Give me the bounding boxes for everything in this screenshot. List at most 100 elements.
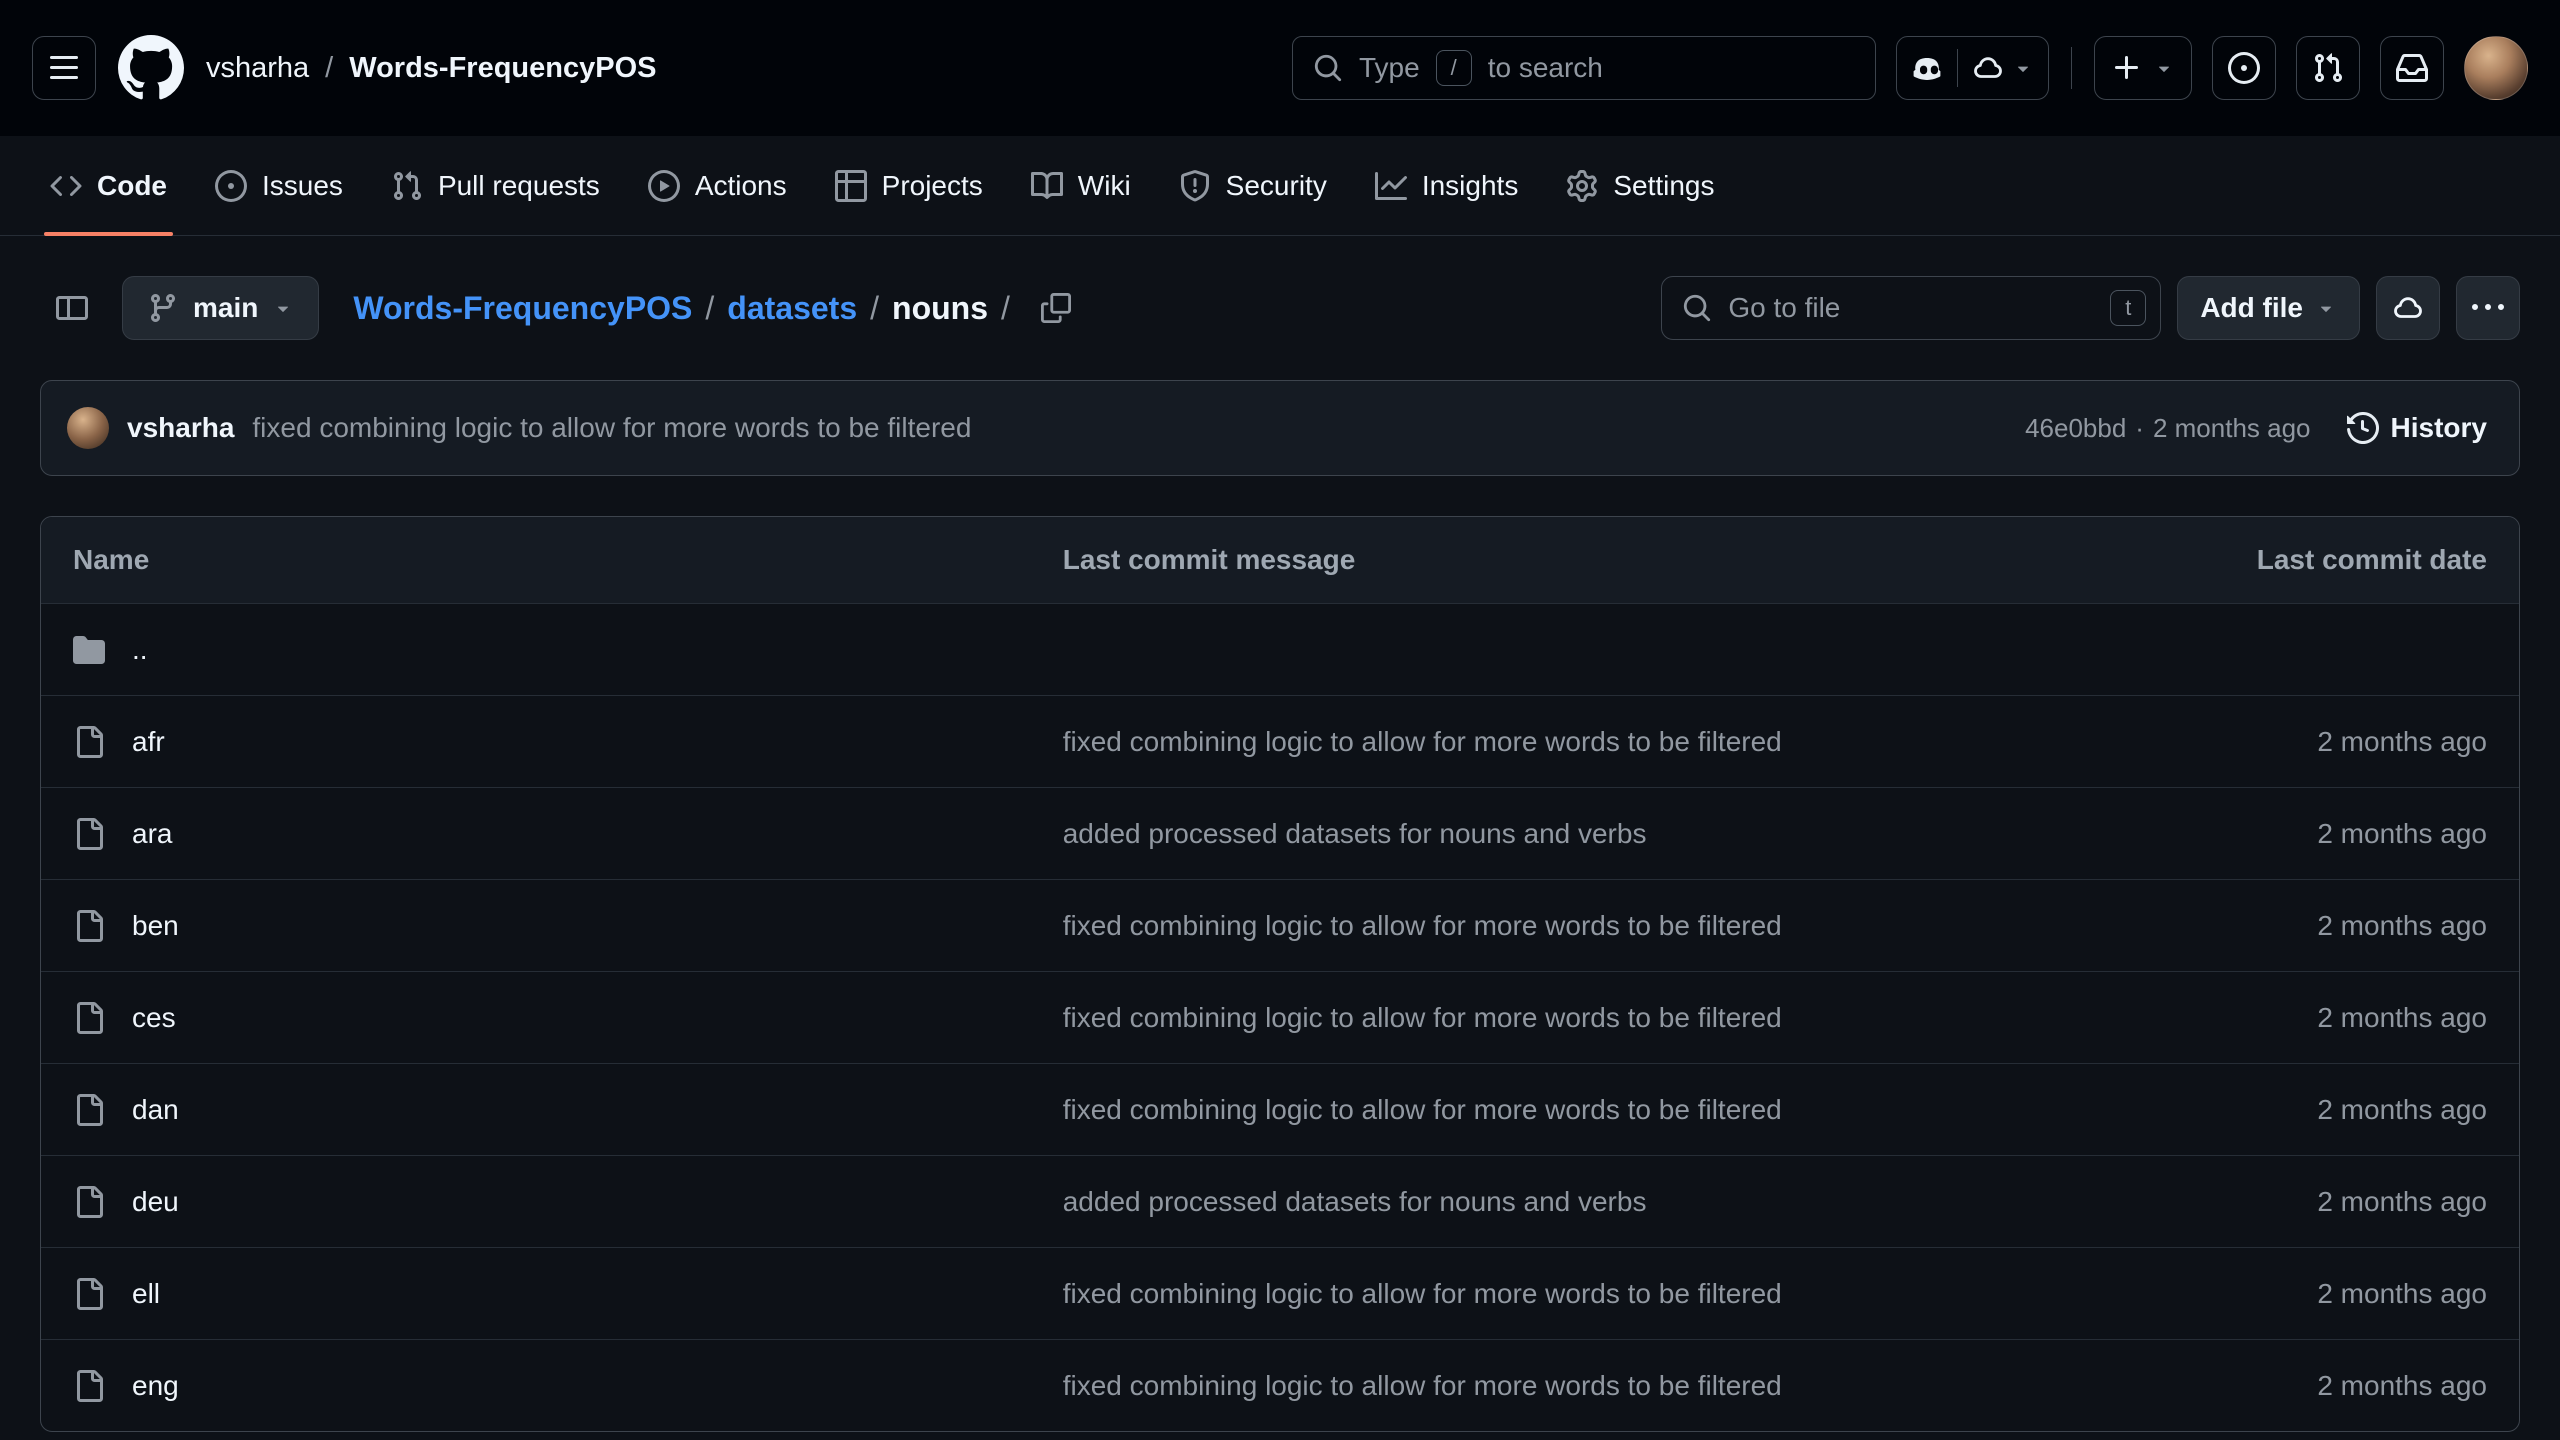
copy-path-button[interactable] (1035, 292, 1077, 324)
file-table-header: Name Last commit message Last commit dat… (41, 517, 2519, 603)
project-table-icon (835, 170, 867, 202)
tab-insights[interactable]: Insights (1357, 136, 1537, 235)
column-header-date: Last commit date (2187, 544, 2487, 576)
breadcrumb-repo-link[interactable]: Words-FrequencyPOS (353, 290, 692, 327)
breadcrumb-dir-link[interactable]: datasets (727, 290, 857, 327)
add-file-button[interactable]: Add file (2177, 276, 2360, 340)
file-link[interactable]: ell (132, 1278, 160, 1310)
table-row: ara added processed datasets for nouns a… (41, 787, 2519, 879)
three-bars-icon (48, 52, 80, 84)
play-icon (648, 170, 680, 202)
file-link[interactable]: eng (132, 1370, 179, 1402)
copilot-agents-dropdown[interactable] (1958, 37, 2048, 99)
commit-date: 2 months ago (2187, 1094, 2487, 1126)
chevron-down-icon (272, 297, 294, 319)
file-link[interactable]: dan (132, 1094, 179, 1126)
meta-dot: · (2135, 413, 2144, 444)
commit-sha-link[interactable]: 46e0bbd (2025, 413, 2126, 444)
breadcrumb-separator: / (325, 52, 333, 85)
t-keycap: t (2110, 290, 2146, 326)
parent-directory-row: .. (41, 603, 2519, 695)
issues-button[interactable] (2212, 36, 2276, 100)
tab-code[interactable]: Code (32, 136, 185, 235)
parent-directory-link[interactable]: .. (132, 634, 148, 666)
table-row: eng fixed combining logic to allow for m… (41, 1339, 2519, 1431)
file-link[interactable]: ara (132, 818, 172, 850)
commit-author-avatar[interactable] (67, 407, 109, 449)
search-icon (1313, 53, 1343, 83)
issue-opened-icon (2228, 52, 2260, 84)
commit-message-link[interactable]: fixed combining logic to allow for more … (1063, 1002, 2187, 1034)
commit-message-link[interactable]: added processed datasets for nouns and v… (1063, 818, 2187, 850)
file-table: Name Last commit message Last commit dat… (40, 516, 2520, 1432)
tab-pull-requests[interactable]: Pull requests (373, 136, 618, 235)
user-avatar[interactable] (2464, 36, 2528, 100)
plus-icon (2111, 52, 2143, 84)
inbox-button[interactable] (2380, 36, 2444, 100)
commit-message-link[interactable]: fixed combining logic to allow for more … (1063, 1370, 2187, 1402)
folder-icon (73, 634, 105, 666)
table-row: deu added processed datasets for nouns a… (41, 1155, 2519, 1247)
cloud-agent-icon (2392, 292, 2424, 324)
git-branch-icon (147, 292, 179, 324)
git-pull-request-icon (2312, 52, 2344, 84)
go-to-file-input[interactable] (1726, 291, 2096, 325)
github-logo[interactable] (118, 35, 184, 101)
branch-name: main (193, 292, 258, 324)
file-icon (73, 1002, 105, 1034)
commit-date: 2 months ago (2187, 818, 2487, 850)
tab-issues[interactable]: Issues (197, 136, 361, 235)
git-pull-request-icon (391, 170, 423, 202)
tab-projects[interactable]: Projects (817, 136, 1001, 235)
tab-wiki[interactable]: Wiki (1013, 136, 1149, 235)
owner-link[interactable]: vsharha (206, 52, 309, 85)
copilot-button[interactable] (1897, 37, 1957, 99)
path-breadcrumb: Words-FrequencyPOS / datasets / nouns / (353, 290, 1077, 327)
header-breadcrumb: vsharha / Words-FrequencyPOS (206, 52, 656, 85)
tab-security[interactable]: Security (1161, 136, 1345, 235)
global-header: vsharha / Words-FrequencyPOS Type / to s… (0, 0, 2560, 136)
tab-settings[interactable]: Settings (1548, 136, 1732, 235)
repo-link[interactable]: Words-FrequencyPOS (349, 52, 656, 85)
commit-date: 2 months ago (2187, 1370, 2487, 1402)
commit-author-link[interactable]: vsharha (127, 412, 234, 444)
commit-message-link[interactable]: fixed combining logic to allow for more … (1063, 726, 2187, 758)
file-link[interactable]: ces (132, 1002, 176, 1034)
commit-message-link[interactable]: fixed combining logic to allow for more … (1063, 910, 2187, 942)
commit-date: 2 months ago (2187, 910, 2487, 942)
file-link[interactable]: ben (132, 910, 179, 942)
file-icon (73, 1094, 105, 1126)
search-icon (1682, 293, 1712, 323)
hamburger-menu-button[interactable] (32, 36, 96, 100)
commit-time: 2 months ago (2153, 413, 2311, 444)
file-icon (73, 1186, 105, 1218)
commit-date: 2 months ago (2187, 726, 2487, 758)
commit-message-link[interactable]: fixed combining logic to allow for more … (252, 412, 971, 444)
more-options-button[interactable] (2456, 276, 2520, 340)
cloud-agent-icon (1972, 52, 2004, 84)
copilot-icon (1911, 52, 1943, 84)
history-button[interactable]: History (2341, 411, 2493, 445)
slash-keycap: / (1436, 50, 1472, 86)
tab-actions[interactable]: Actions (630, 136, 805, 235)
tab-label: Pull requests (438, 170, 600, 202)
shield-icon (1179, 170, 1211, 202)
divider (2071, 47, 2072, 89)
column-header-name: Name (73, 544, 1063, 576)
table-row: dan fixed combining logic to allow for m… (41, 1063, 2519, 1155)
inbox-icon (2396, 52, 2428, 84)
code-agent-button[interactable] (2376, 276, 2440, 340)
branch-selector-button[interactable]: main (122, 276, 319, 340)
file-icon (73, 726, 105, 758)
pull-requests-button[interactable] (2296, 36, 2360, 100)
file-link[interactable]: afr (132, 726, 165, 758)
file-link[interactable]: deu (132, 1186, 179, 1218)
chevron-down-icon (2315, 297, 2337, 319)
commit-message-link[interactable]: added processed datasets for nouns and v… (1063, 1186, 2187, 1218)
commit-message-link[interactable]: fixed combining logic to allow for more … (1063, 1094, 2187, 1126)
global-search-input[interactable]: Type / to search (1292, 36, 1876, 100)
create-new-button[interactable] (2094, 36, 2192, 100)
tab-label: Security (1226, 170, 1327, 202)
toggle-file-tree-button[interactable] (40, 276, 104, 340)
commit-message-link[interactable]: fixed combining logic to allow for more … (1063, 1278, 2187, 1310)
